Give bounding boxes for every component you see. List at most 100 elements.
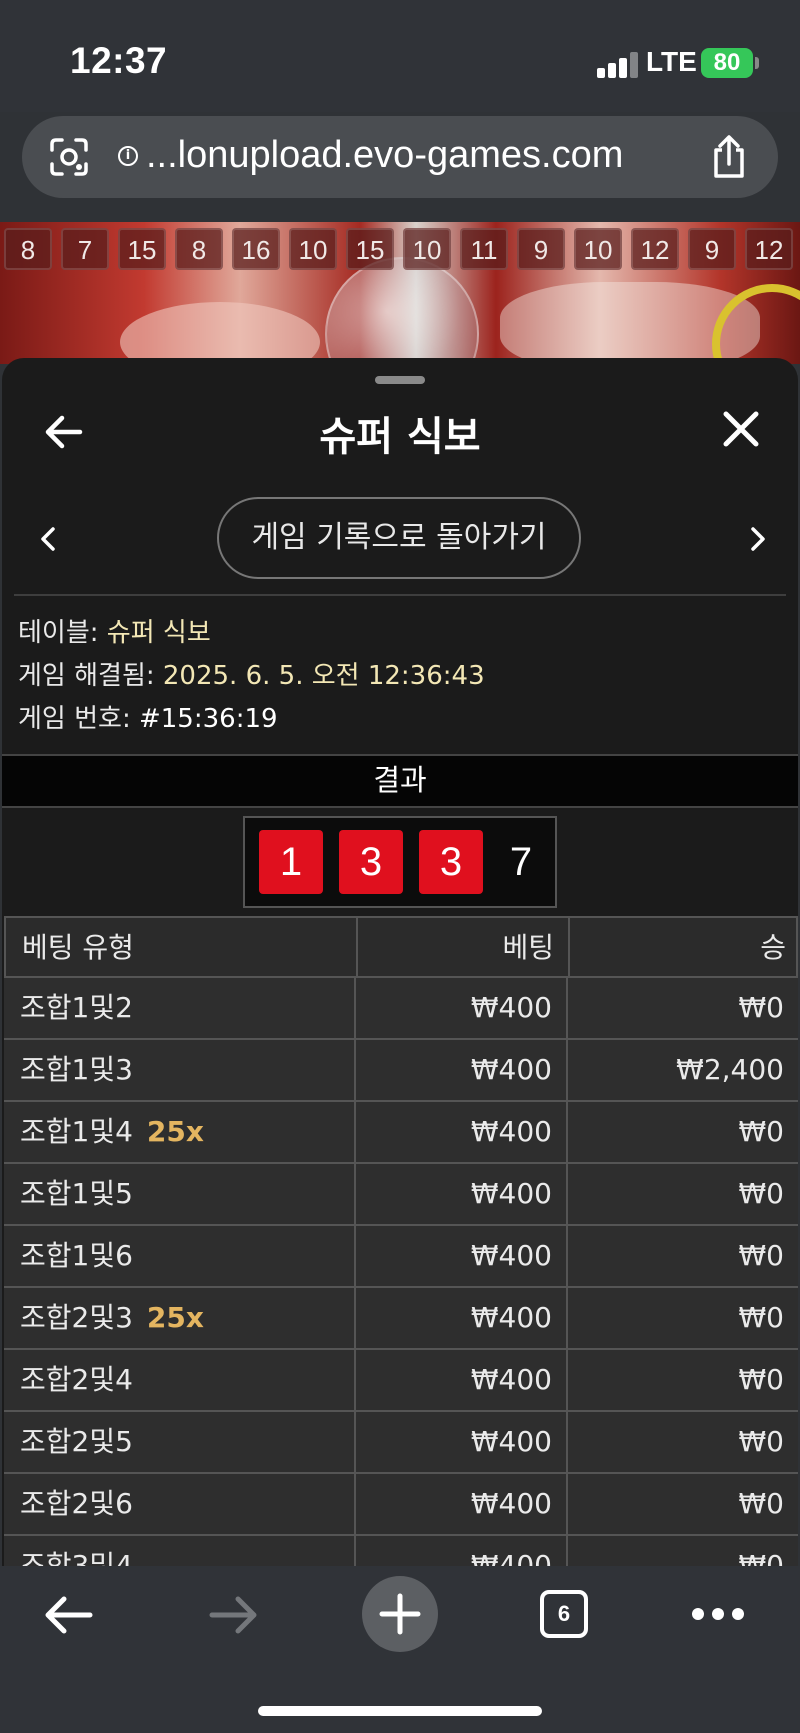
table-row: 조합1및2 ₩400 ₩0 xyxy=(4,978,798,1040)
info-icon[interactable]: i xyxy=(118,146,138,166)
table-row: 조합1및5 ₩400 ₩0 xyxy=(4,1164,798,1226)
bet-amount: ₩400 xyxy=(470,1239,552,1272)
status-bar: 12:37 LTE 80 xyxy=(0,0,800,112)
history-cell: 12 xyxy=(631,228,679,270)
bet-type: 조합1및4 xyxy=(20,1115,133,1148)
table-row: 조합2및6 ₩400 ₩0 xyxy=(4,1474,798,1536)
battery-icon xyxy=(755,57,759,69)
history-cell: 16 xyxy=(232,228,280,270)
tabs-icon[interactable]: 6 xyxy=(540,1590,588,1638)
bet-amount: ₩400 xyxy=(470,1549,552,1568)
chevron-left-icon[interactable] xyxy=(34,524,64,554)
win-amount: ₩2,400 xyxy=(676,1053,784,1086)
bet-type: 조합1및5 xyxy=(20,1177,133,1210)
resolved-value: 2025. 6. 5. 오전 12:36:43 xyxy=(162,661,485,691)
game-number-value: #15:36:19 xyxy=(138,704,278,734)
win-amount: ₩0 xyxy=(738,1425,785,1458)
history-cell: 11 xyxy=(460,228,508,270)
chevron-right-icon[interactable] xyxy=(742,524,772,554)
game-history-sheet: 슈퍼 식보 게임 기록으로 돌아가기 테이블: 슈퍼 식보 게임 해결됨: 20… xyxy=(2,358,798,1568)
table-value: 슈퍼 식보 xyxy=(106,618,211,648)
live-video: 8 7 15 8 16 10 15 10 11 9 10 12 9 12 xyxy=(0,222,800,364)
multiplier-badge: 25x xyxy=(146,1115,204,1148)
status-time: 12:37 xyxy=(70,40,168,81)
multiplier-badge: 25x xyxy=(146,1301,204,1334)
resolved-info: 게임 해결됨: 2025. 6. 5. 오전 12:36:43 xyxy=(18,655,485,692)
die: 1 xyxy=(259,830,323,894)
win-amount: ₩0 xyxy=(738,1115,785,1148)
bet-amount: ₩400 xyxy=(470,991,552,1024)
dice-shaker xyxy=(325,257,479,364)
battery-level: 80 xyxy=(701,48,753,78)
bet-amount: ₩400 xyxy=(470,1053,552,1086)
history-cell: 15 xyxy=(118,228,166,270)
history-cell: 8 xyxy=(4,228,52,270)
bet-type: 조합1및2 xyxy=(20,991,133,1024)
bet-type: 조합2및6 xyxy=(20,1487,133,1520)
new-tab-button[interactable] xyxy=(362,1576,438,1652)
die: 3 xyxy=(419,830,483,894)
resolved-label: 게임 해결됨: xyxy=(18,661,163,691)
bet-amount: ₩400 xyxy=(470,1425,552,1458)
win-amount: ₩0 xyxy=(738,1239,785,1272)
die: 3 xyxy=(339,830,403,894)
camera-lens-icon[interactable] xyxy=(48,136,90,178)
result-header: 결과 xyxy=(2,754,798,808)
return-to-history-button[interactable]: 게임 기록으로 돌아가기 xyxy=(217,497,581,579)
bet-amount: ₩400 xyxy=(470,1363,552,1396)
bet-type: 조합1및6 xyxy=(20,1239,133,1272)
home-indicator[interactable] xyxy=(258,1706,542,1716)
game-number-info: 게임 번호: #15:36:19 xyxy=(18,698,278,735)
table-row: 조합2및4 ₩400 ₩0 xyxy=(4,1350,798,1412)
win-amount: ₩0 xyxy=(738,1301,785,1334)
dice-total: 7 xyxy=(509,840,533,884)
header-win: 승 xyxy=(760,931,786,964)
bet-amount: ₩400 xyxy=(470,1487,552,1520)
bet-amount: ₩400 xyxy=(470,1177,552,1210)
table-row: 조합3및4 ₩400 ₩0 xyxy=(4,1536,798,1568)
table-row: 조합2및3 25x ₩400 ₩0 xyxy=(4,1288,798,1350)
header-bet: 베팅 xyxy=(502,931,554,964)
bet-type: 조합2및4 xyxy=(20,1363,133,1396)
win-amount: ₩0 xyxy=(738,1363,785,1396)
plus-icon xyxy=(379,1593,421,1635)
history-cell: 8 xyxy=(175,228,223,270)
table-row: 조합2및5 ₩400 ₩0 xyxy=(4,1412,798,1474)
result-history: 8 7 15 8 16 10 15 10 11 9 10 12 9 12 xyxy=(0,228,800,272)
share-icon[interactable] xyxy=(708,134,750,180)
table-info: 테이블: 슈퍼 식보 xyxy=(18,612,211,649)
table-row: 조합1및3 ₩400 ₩2,400 xyxy=(4,1040,798,1102)
dealer-hands xyxy=(120,302,320,364)
divider xyxy=(14,594,786,596)
win-amount: ₩0 xyxy=(738,1487,785,1520)
history-cell: 10 xyxy=(574,228,622,270)
bet-type: 조합2및3 xyxy=(20,1301,133,1334)
bet-type: 조합1및3 xyxy=(20,1053,133,1086)
history-cell: 9 xyxy=(688,228,736,270)
history-cell: 15 xyxy=(346,228,394,270)
address-bar[interactable]: i ...lonupload.evo-games.com xyxy=(22,116,778,198)
url-text[interactable]: ...lonupload.evo-games.com xyxy=(146,134,623,177)
bet-amount: ₩400 xyxy=(470,1115,552,1148)
table-row: 조합1및6 ₩400 ₩0 xyxy=(4,1226,798,1288)
browser-toolbar: 6 xyxy=(0,1566,800,1733)
dice-result: 1 3 3 7 xyxy=(243,816,557,908)
bet-type: 조합2및5 xyxy=(20,1425,133,1458)
table-row: 조합1및4 25x ₩400 ₩0 xyxy=(4,1102,798,1164)
win-amount: ₩0 xyxy=(738,1549,785,1568)
history-cell: 9 xyxy=(517,228,565,270)
more-icon[interactable] xyxy=(690,1606,746,1622)
close-icon[interactable] xyxy=(716,404,766,454)
win-amount: ₩0 xyxy=(738,991,785,1024)
forward-icon[interactable] xyxy=(206,1590,262,1640)
history-cell: 12 xyxy=(745,228,793,270)
back-icon[interactable] xyxy=(40,1590,96,1640)
signal-icon xyxy=(597,52,639,78)
sheet-title: 슈퍼 식보 xyxy=(319,414,481,460)
sheet-grabber[interactable] xyxy=(375,376,425,384)
game-number-label: 게임 번호: xyxy=(18,704,139,734)
network-type: LTE xyxy=(646,46,697,77)
win-amount: ₩0 xyxy=(738,1177,785,1210)
table-label: 테이블: xyxy=(18,618,107,648)
table-header-row: 베팅 유형 베팅 승 xyxy=(4,916,798,978)
